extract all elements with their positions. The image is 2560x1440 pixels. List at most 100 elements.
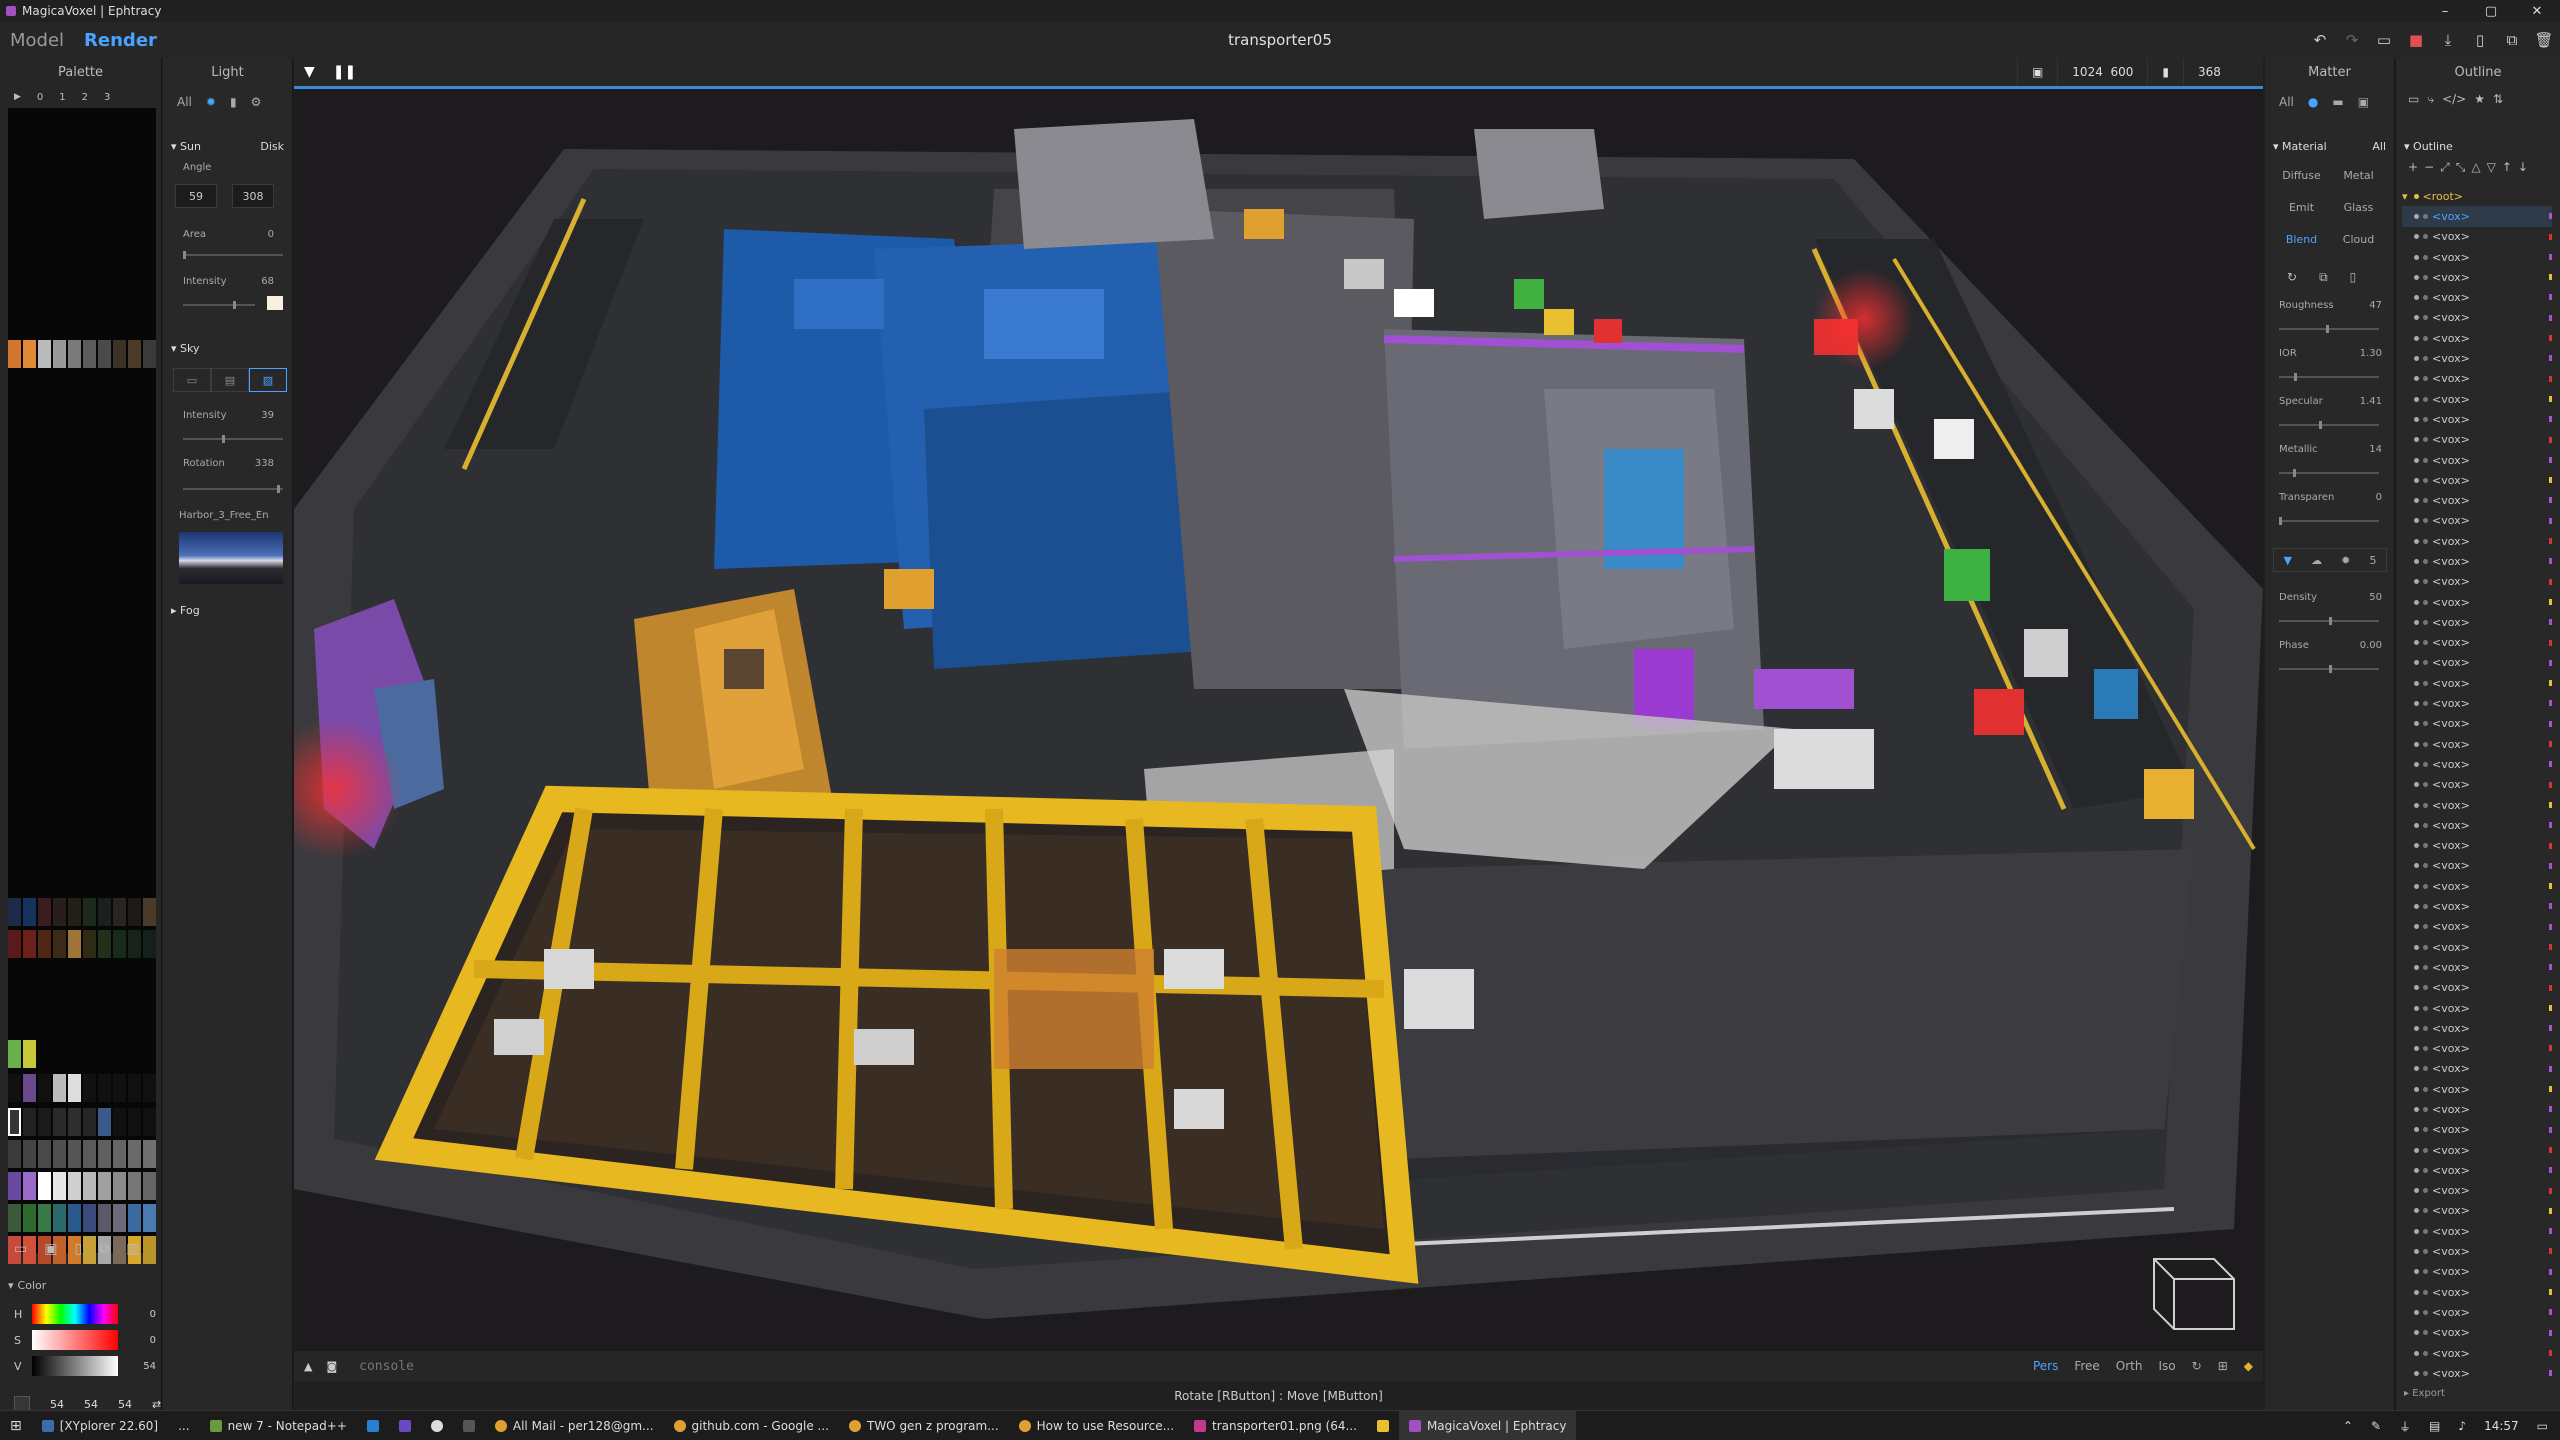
visibility-icon[interactable] — [2423, 1025, 2428, 1031]
node-dot-icon[interactable] — [2414, 924, 2419, 930]
matter-tab-all[interactable]: All — [2279, 95, 2294, 109]
tray-chevron-icon[interactable]: ⌃ — [2343, 1419, 2353, 1433]
visibility-icon[interactable] — [2423, 599, 2428, 605]
redo-icon[interactable]: ↷ — [2342, 30, 2362, 50]
visibility-icon[interactable] — [2423, 1127, 2428, 1133]
roughness-slider[interactable] — [2279, 325, 2379, 333]
outline-vox-item[interactable]: <vox> — [2402, 1323, 2552, 1343]
media-absorb-icon[interactable]: ▼ — [2284, 554, 2292, 567]
outline-vox-item[interactable]: <vox> — [2402, 1181, 2552, 1201]
star-icon[interactable]: ★ — [2474, 92, 2485, 107]
node-dot-icon[interactable] — [2414, 254, 2419, 260]
outline-vox-item[interactable]: <vox> — [2402, 430, 2552, 450]
material-all-toggle[interactable]: All — [2372, 140, 2386, 153]
node-dot-icon[interactable] — [2414, 295, 2419, 301]
taskbar-chrome-github[interactable]: github.com - Google ... — [664, 1411, 839, 1440]
material-diffuse[interactable]: Diffuse — [2273, 162, 2330, 188]
outline-vox-item[interactable]: <vox> — [2402, 693, 2552, 713]
camera-snapshot-icon[interactable]: ◙ — [326, 1360, 337, 1373]
outline-vox-item[interactable]: <vox> — [2402, 978, 2552, 998]
node-dot-icon[interactable] — [2414, 396, 2419, 402]
node-dot-icon[interactable] — [2414, 1046, 2419, 1052]
outline-vox-item[interactable]: <vox> — [2402, 1120, 2552, 1140]
visibility-icon[interactable] — [2423, 498, 2428, 504]
visibility-icon[interactable] — [2423, 356, 2428, 362]
angle-b-input[interactable]: 308 — [232, 184, 274, 208]
specular-slider[interactable] — [2279, 421, 2379, 429]
node-dot-icon[interactable] — [2414, 1025, 2419, 1031]
visibility-icon[interactable] — [2423, 944, 2428, 950]
new-file-icon[interactable]: ▯ — [2470, 30, 2490, 50]
visibility-icon[interactable] — [2423, 1147, 2428, 1153]
grid-icon[interactable]: ⊞ — [2218, 1359, 2228, 1373]
move-down-icon[interactable]: ↓ — [2518, 160, 2528, 175]
outline-vox-item[interactable]: <vox> — [2402, 227, 2552, 247]
outline-vox-item[interactable]: <vox> — [2402, 856, 2552, 876]
visibility-icon[interactable] — [2423, 1269, 2428, 1275]
visibility-icon[interactable] — [2423, 295, 2428, 301]
remove-node-icon[interactable]: − — [2424, 160, 2434, 175]
outline-vox-item[interactable]: <vox> — [2402, 1363, 2552, 1383]
tray-network-icon[interactable]: ▤ — [2429, 1419, 2440, 1433]
node-dot-icon[interactable] — [2414, 579, 2419, 585]
save-palette-icon[interactable]: ▣ — [44, 1241, 57, 1257]
outline-vox-item[interactable]: <vox> — [2402, 531, 2552, 551]
node-dot-icon[interactable] — [2414, 964, 2419, 970]
visibility-icon[interactable] — [2423, 640, 2428, 646]
node-dot-icon[interactable] — [2414, 599, 2419, 605]
render-menu-icon[interactable]: ▼ — [304, 64, 315, 80]
palette-swatch-grid[interactable] — [8, 108, 156, 1264]
visibility-icon[interactable] — [2423, 579, 2428, 585]
visibility-icon[interactable] — [2423, 721, 2428, 727]
green-value[interactable]: 54 — [84, 1398, 98, 1411]
visibility-icon[interactable] — [2423, 863, 2428, 869]
sun-tab-icon[interactable]: ✹ — [206, 95, 216, 109]
resolution-height[interactable]: 600 — [2110, 65, 2133, 79]
outline-vox-item[interactable]: <vox> — [2402, 1241, 2552, 1261]
metallic-value[interactable]: 14 — [2369, 444, 2382, 455]
ior-slider[interactable] — [2279, 373, 2379, 381]
node-dot-icon[interactable] — [2414, 741, 2419, 747]
tree-icon[interactable]: ⤷ — [2427, 92, 2434, 107]
value-slider[interactable] — [32, 1356, 118, 1376]
outline-vox-item[interactable]: <vox> — [2402, 551, 2552, 571]
sun-color-swatch[interactable] — [267, 296, 283, 310]
roughness-value[interactable]: 47 — [2369, 300, 2382, 311]
visibility-icon[interactable] — [2423, 376, 2428, 382]
settings-tab-icon[interactable]: ⚙ — [251, 95, 262, 109]
specular-value[interactable]: 1.41 — [2360, 396, 2382, 407]
outline-vox-item[interactable]: <vox> — [2402, 389, 2552, 409]
node-dot-icon[interactable] — [2414, 213, 2419, 219]
taskbar-app-icon[interactable] — [389, 1411, 421, 1440]
outline-vox-item[interactable]: <vox> — [2402, 876, 2552, 896]
rotation-value[interactable]: 338 — [255, 458, 274, 469]
visibility-icon[interactable] — [2423, 274, 2428, 280]
palette-tab-1[interactable]: 1 — [59, 92, 65, 103]
move-up-icon[interactable]: ↑ — [2502, 160, 2512, 175]
outline-vox-item[interactable]: <vox> — [2402, 1059, 2552, 1079]
outline-vox-item[interactable]: <vox> — [2402, 490, 2552, 510]
notification-icon[interactable]: ▭ — [2537, 1419, 2548, 1433]
area-slider[interactable] — [183, 251, 283, 259]
disk-toggle[interactable]: Disk — [260, 140, 284, 153]
visibility-icon[interactable] — [2423, 680, 2428, 686]
visibility-icon[interactable] — [2423, 761, 2428, 767]
camera-orth-tab[interactable]: Orth — [2116, 1359, 2143, 1373]
visibility-icon[interactable] — [2423, 883, 2428, 889]
density-slider[interactable] — [2279, 617, 2379, 625]
taskbar-ellipsis[interactable]: ... — [168, 1411, 199, 1440]
node-dot-icon[interactable] — [2414, 315, 2419, 321]
node-dot-icon[interactable] — [2414, 477, 2419, 483]
visibility-icon[interactable] — [2423, 822, 2428, 828]
outline-vox-item[interactable]: <vox> — [2402, 308, 2552, 328]
node-dot-icon[interactable] — [2414, 1309, 2419, 1315]
node-dot-icon[interactable] — [2414, 518, 2419, 524]
hue-slider[interactable] — [32, 1304, 118, 1324]
node-dot-icon[interactable] — [2414, 985, 2419, 991]
node-dot-icon[interactable] — [2414, 1269, 2419, 1275]
outline-vox-item[interactable]: <vox> — [2402, 409, 2552, 429]
visibility-icon[interactable] — [2423, 619, 2428, 625]
node-dot-icon[interactable] — [2414, 640, 2419, 646]
outline-vox-item[interactable]: <vox> — [2402, 511, 2552, 531]
taskbar-circle-icon[interactable] — [421, 1411, 453, 1440]
